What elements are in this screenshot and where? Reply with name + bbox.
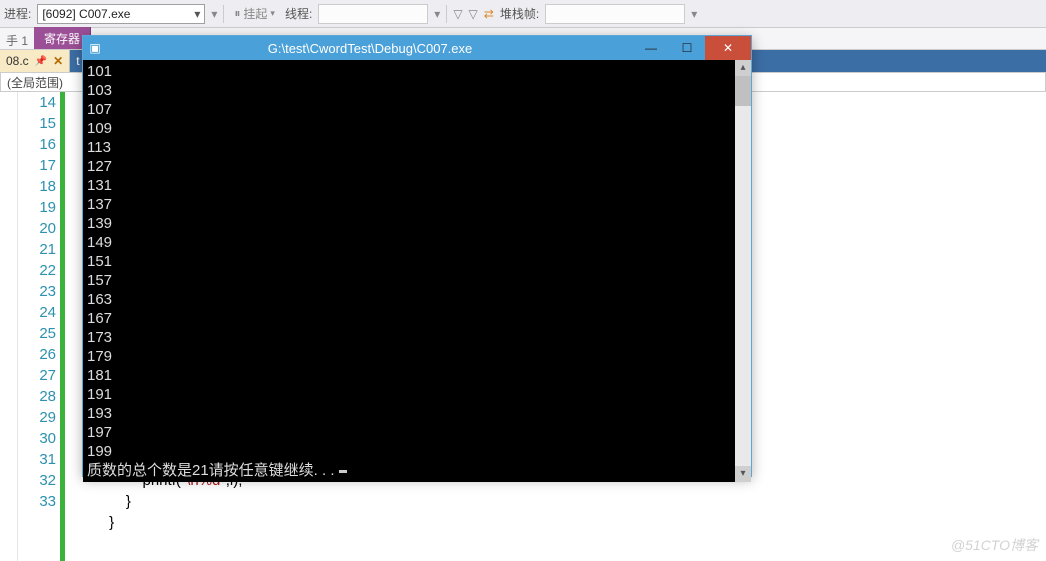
out-line: 127 [87,158,112,175]
breakpoint-gutter[interactable] [0,92,18,561]
change-indicator [60,92,65,561]
separator [223,5,224,23]
out-line: 173 [87,329,112,346]
line-number: 31 [18,449,56,470]
maximize-button[interactable]: ☐ [669,36,705,60]
threads-label: 线程: [285,5,312,22]
stack-label: 堆栈帧: [500,5,539,22]
scroll-down-icon[interactable]: ▾ [735,466,751,482]
out-line: 101 [87,63,112,80]
line-number: 22 [18,260,56,281]
process-value: [6092] C007.exe [42,7,130,21]
out-line: 109 [87,120,112,137]
app-icon: ▣ [83,41,107,55]
ide-toolbar: 进程: [6092] C007.exe ▾ ▾ ⏸ 挂起 ▾ 线程: ▾ ▽ ▽… [0,0,1046,28]
code-line: } [80,514,114,531]
out-line: 197 [87,424,112,441]
scroll-thumb[interactable] [735,76,751,106]
out-line: 103 [87,82,112,99]
process-label: 进程: [4,5,31,22]
line-number: 27 [18,365,56,386]
prefix-label: 手 1 [0,32,34,49]
scroll-up-icon[interactable]: ▴ [735,60,751,76]
process-select[interactable]: [6092] C007.exe ▾ [37,4,205,24]
code-line: } [80,493,131,510]
out-line: 179 [87,348,112,365]
console-window: ▣ G:\test\CwordTest\Debug\C007.exe — ☐ ✕… [82,35,752,477]
out-summary: 质数的总个数是21请按任意键继续. . . [87,462,339,479]
scrollbar[interactable] [735,60,751,482]
minimize-button[interactable]: — [633,36,669,60]
chevron-down-icon: ▾ [270,8,275,19]
console-output[interactable]: 101 103 107 109 113 127 131 137 139 149 … [83,60,751,482]
toolbar-dropdown-icon[interactable]: ▾ [211,7,217,21]
watermark: @51CTO博客 [951,535,1038,555]
out-line: 107 [87,101,112,118]
separator [446,5,447,23]
line-number: 28 [18,386,56,407]
threads-combo[interactable] [318,4,428,24]
file-tab-active[interactable]: 08.c 📌 ✕ [0,50,70,72]
line-number: 29 [18,407,56,428]
out-line: 113 [87,139,111,156]
line-number: 25 [18,323,56,344]
line-number: 15 [18,113,56,134]
line-number: 16 [18,134,56,155]
out-line: 191 [87,386,112,403]
out-line: 193 [87,405,112,422]
line-number-gutter: 14 15 16 17 18 19 20 21 22 23 24 25 26 2… [18,92,60,561]
out-line: 167 [87,310,112,327]
line-number: 23 [18,281,56,302]
console-titlebar[interactable]: ▣ G:\test\CwordTest\Debug\C007.exe — ☐ ✕ [83,36,751,60]
stack-combo[interactable] [545,4,685,24]
line-number: 33 [18,491,56,512]
line-number: 30 [18,428,56,449]
console-title: G:\test\CwordTest\Debug\C007.exe [107,41,633,56]
chevron-down-icon: ▾ [194,7,200,21]
line-number: 32 [18,470,56,491]
out-line: 149 [87,234,112,251]
out-line: 199 [87,443,112,460]
line-number: 21 [18,239,56,260]
swap-icon[interactable]: ⇄ [484,7,494,21]
out-line: 139 [87,215,112,232]
cursor-icon [339,470,347,473]
line-number: 24 [18,302,56,323]
toolbar-icon[interactable]: ▽ [453,7,462,21]
console-body: 101 103 107 109 113 127 131 137 139 149 … [83,60,751,482]
chevron-down-icon[interactable]: ▾ [434,7,440,21]
out-line: 151 [87,253,112,270]
line-number: 14 [18,92,56,113]
pin-icon[interactable]: 📌 [35,56,47,67]
out-line: 131 [87,177,112,194]
out-line: 157 [87,272,112,289]
suspend-button[interactable]: ⏸ 挂起 ▾ [230,3,279,24]
line-number: 20 [18,218,56,239]
line-number: 26 [18,344,56,365]
out-line: 163 [87,291,112,308]
close-icon[interactable]: ✕ [53,54,63,68]
close-button[interactable]: ✕ [705,36,751,60]
line-number: 17 [18,155,56,176]
out-line: 137 [87,196,112,213]
toolbar-icon[interactable]: ▽ [469,7,478,21]
line-number: 18 [18,176,56,197]
out-line: 181 [87,367,112,384]
chevron-down-icon[interactable]: ▾ [691,7,697,21]
file-tab-label: 08.c [6,54,29,68]
pause-icon: ⏸ [234,6,240,21]
line-number: 19 [18,197,56,218]
